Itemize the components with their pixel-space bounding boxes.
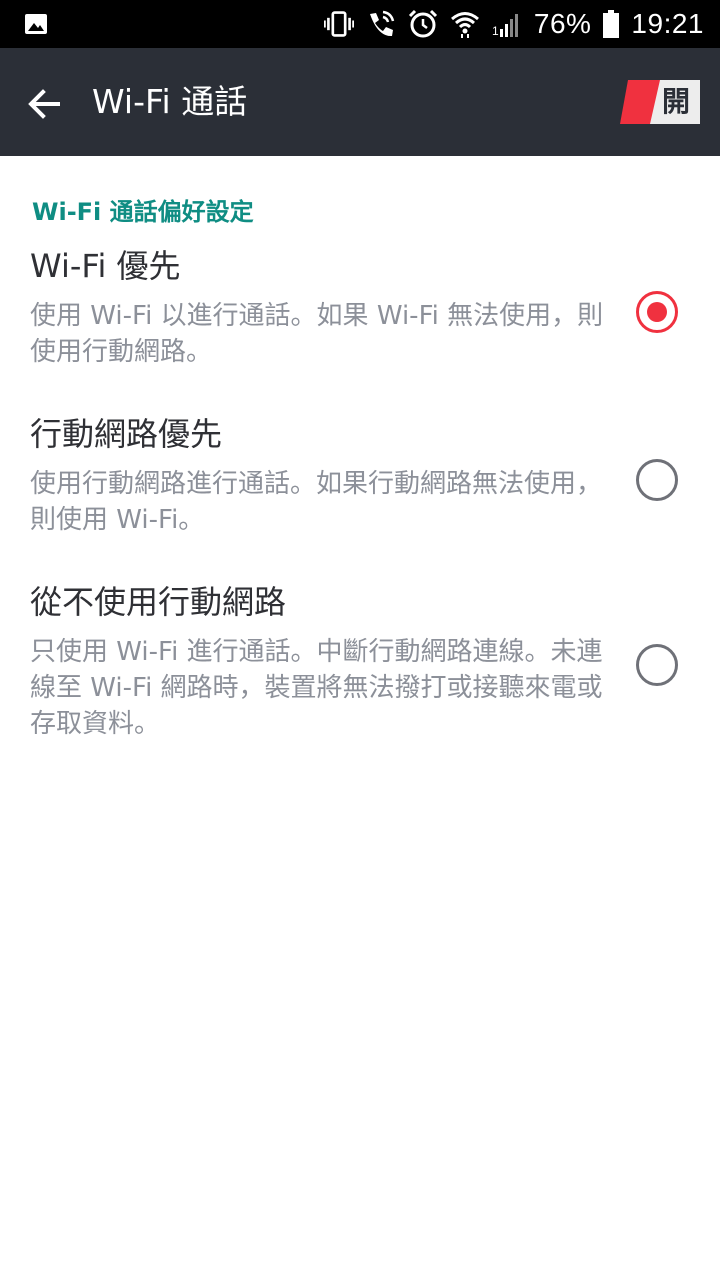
clock: 19:21 <box>631 8 704 39</box>
section-header: Wi-Fi 通話偏好設定 <box>32 198 254 226</box>
status-icons: 1 76% 19:21 <box>323 0 704 48</box>
option-title: 從不使用行動網路 <box>30 583 287 621</box>
status-bar: 1 76% 19:21 <box>0 0 720 48</box>
option-title: 行動網路優先 <box>30 415 223 453</box>
radio-button-selected[interactable] <box>636 291 678 333</box>
radio-dot <box>647 302 667 322</box>
option-wifi-preferred[interactable]: Wi-Fi 優先 使用 Wi-Fi 以進行通話。如果 Wi-Fi 無法使用，則使… <box>0 246 720 386</box>
alarm-icon <box>408 9 438 39</box>
option-description: 只使用 Wi-Fi 進行通話。中斷行動網路連線。未連線至 Wi-Fi 網路時，裝… <box>30 637 603 739</box>
back-button[interactable] <box>20 80 68 128</box>
wifi-icon <box>450 9 480 39</box>
arrow-left-icon <box>28 89 60 119</box>
toggle-label: 開 <box>661 85 690 118</box>
battery-icon <box>603 10 620 38</box>
wifi-calling-toggle[interactable]: 開 <box>620 80 700 124</box>
option-mobile-preferred[interactable]: 行動網路優先 使用行動網路進行通話。如果行動網路無法使用，則使用 Wi-Fi。 <box>0 414 720 554</box>
app-bar: Wi-Fi 通話 開 <box>0 48 720 156</box>
radio-button[interactable] <box>636 459 678 501</box>
image-icon <box>24 12 48 36</box>
vibrate-icon <box>323 9 354 39</box>
option-never-mobile[interactable]: 從不使用行動網路 只使用 Wi-Fi 進行通話。中斷行動網路連線。未連線至 Wi… <box>0 582 720 752</box>
option-description: 使用行動網路進行通話。如果行動網路無法使用，則使用 Wi-Fi。 <box>30 469 603 535</box>
signal-icon: 1 <box>492 9 522 39</box>
battery-percent: 76% <box>533 8 592 39</box>
option-title: Wi-Fi 優先 <box>30 247 181 285</box>
svg-text:1: 1 <box>492 24 499 38</box>
radio-button[interactable] <box>636 644 678 686</box>
option-description: 使用 Wi-Fi 以進行通話。如果 Wi-Fi 無法使用，則使用行動網路。 <box>30 301 604 367</box>
wifi-calling-icon <box>366 9 396 39</box>
page-title: Wi-Fi 通話 <box>92 82 248 121</box>
